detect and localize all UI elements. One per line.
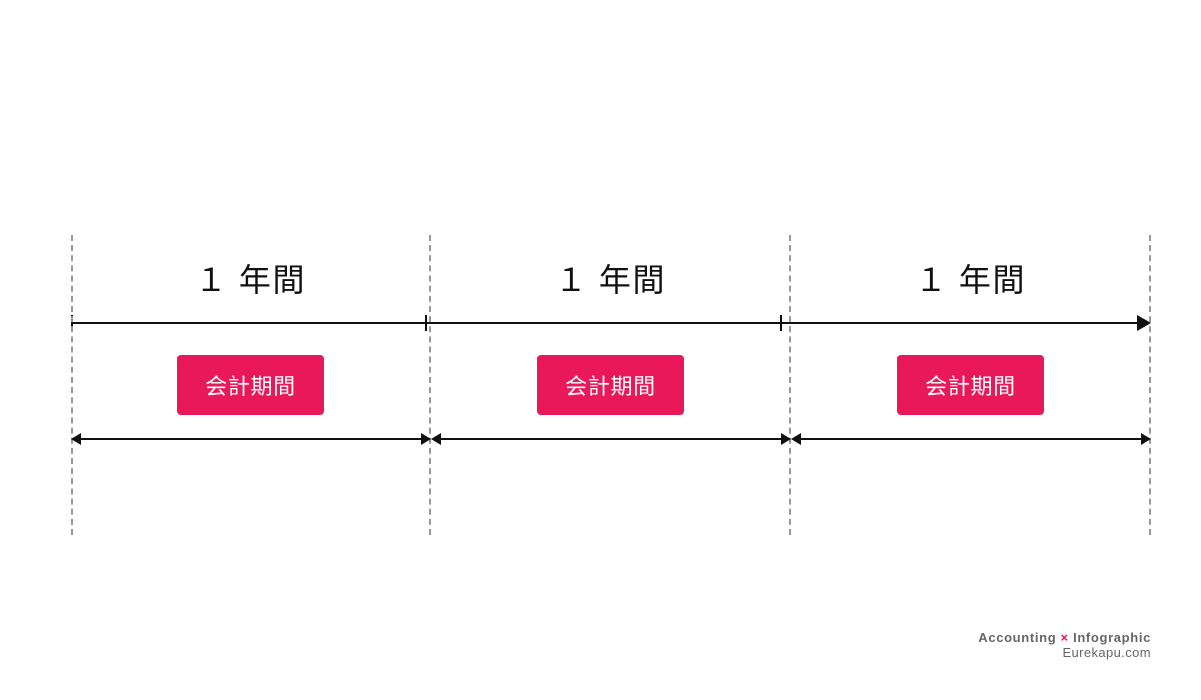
period-badges-row: 会計期間 会計期間 会計期間 bbox=[51, 355, 1151, 415]
watermark-accounting: Accounting bbox=[978, 630, 1056, 645]
double-arrow-2 bbox=[431, 433, 791, 445]
period-section-1: 会計期間 bbox=[71, 355, 431, 415]
period-badge-3: 会計期間 bbox=[897, 355, 1044, 415]
double-arrow-line-3 bbox=[801, 438, 1141, 440]
watermark-line2: Eurekapu.com bbox=[978, 645, 1151, 660]
period-badge-1: 会計期間 bbox=[177, 355, 324, 415]
period-section-2: 会計期間 bbox=[431, 355, 791, 415]
year-label-1: １ 年間 bbox=[71, 255, 431, 301]
main-container: １ 年間 １ 年間 １ 年間 会計期間 会計期間 bbox=[0, 0, 1201, 700]
dashed-line-1-left bbox=[71, 235, 73, 535]
year-label-3: １ 年間 bbox=[791, 255, 1151, 301]
watermark: Accounting × Infographic Eurekapu.com bbox=[978, 630, 1151, 660]
year-labels-row: １ 年間 １ 年間 １ 年間 bbox=[51, 255, 1151, 301]
timeline-row bbox=[51, 311, 1151, 335]
arrow-left-1 bbox=[71, 433, 81, 445]
year-label-2: １ 年間 bbox=[431, 255, 791, 301]
timeline-line bbox=[71, 322, 1137, 324]
double-arrow-row bbox=[51, 433, 1151, 445]
arrow-left-2 bbox=[431, 433, 441, 445]
arrow-right-2 bbox=[781, 433, 791, 445]
diagram-area: １ 年間 １ 年間 １ 年間 会計期間 会計期間 bbox=[51, 255, 1151, 445]
watermark-cross: × bbox=[1056, 630, 1073, 645]
tick-1 bbox=[425, 315, 427, 331]
period-section-3: 会計期間 bbox=[791, 355, 1151, 415]
arrow-left-3 bbox=[791, 433, 801, 445]
watermark-line1: Accounting × Infographic bbox=[978, 630, 1151, 645]
period-badge-2: 会計期間 bbox=[537, 355, 684, 415]
double-arrow-1 bbox=[71, 433, 431, 445]
arrow-right-1 bbox=[421, 433, 431, 445]
double-arrow-3 bbox=[791, 433, 1151, 445]
double-arrow-line-1 bbox=[81, 438, 421, 440]
double-arrow-line-2 bbox=[441, 438, 781, 440]
dashed-line-3-right bbox=[1149, 235, 1151, 535]
arrow-right-3 bbox=[1141, 433, 1151, 445]
watermark-infographic: Infographic bbox=[1073, 630, 1151, 645]
tick-2 bbox=[780, 315, 782, 331]
